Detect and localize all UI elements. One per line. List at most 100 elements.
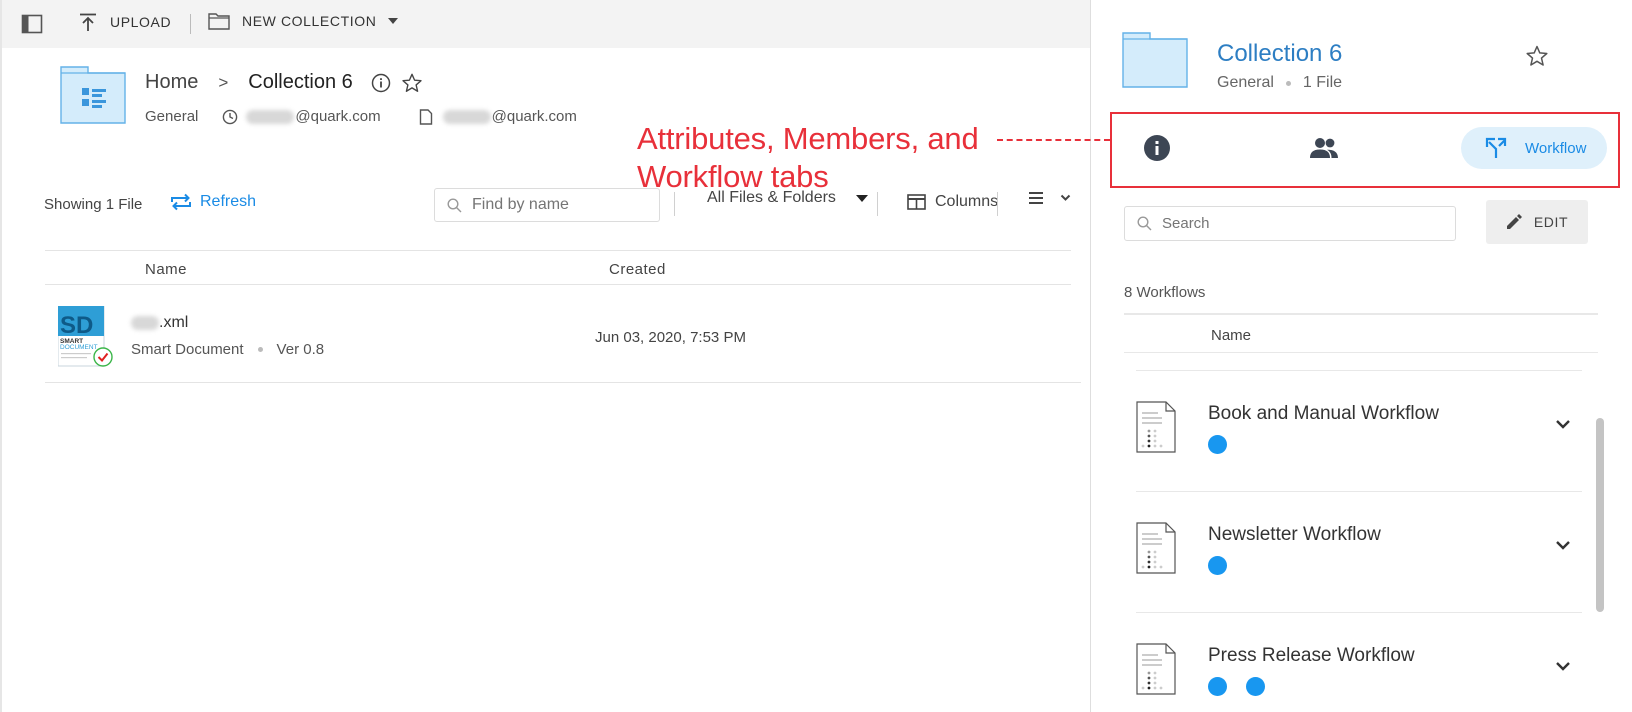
- upload-button[interactable]: UPLOAD: [78, 12, 171, 32]
- chevron-down-icon[interactable]: [1554, 536, 1572, 554]
- refresh-icon: [171, 193, 191, 211]
- workflow-name: Newsletter Workflow: [1208, 524, 1381, 545]
- list-item[interactable]: Newsletter Workflow: [1136, 492, 1582, 613]
- thumb-line-2: DOCUMENT: [60, 344, 98, 351]
- sidebar-toggle-icon[interactable]: [20, 12, 44, 36]
- panel-file-count: 1 File: [1302, 74, 1343, 91]
- breadcrumb-current: Collection 6: [248, 71, 353, 93]
- main-area: UPLOAD NEW COLLECTION Home > Collection …: [0, 0, 1110, 712]
- annotation-line-2: Workflow tabs: [637, 159, 829, 194]
- thumb-sd-text: SD: [60, 312, 93, 339]
- workflow-search-field[interactable]: [1124, 206, 1456, 241]
- workflow-icon: [1485, 137, 1507, 158]
- table-header-border: [45, 284, 1071, 285]
- chevron-down-icon: [1060, 194, 1071, 201]
- star-icon[interactable]: [1525, 44, 1549, 68]
- caret-down-icon: [388, 18, 399, 24]
- column-header-created[interactable]: Created: [609, 261, 666, 278]
- edit-button[interactable]: EDIT: [1486, 200, 1588, 244]
- table-top-border: [45, 250, 1071, 251]
- refresh-label: Refresh: [200, 193, 257, 210]
- list-divider: [1124, 313, 1598, 315]
- clock-icon: [223, 109, 238, 124]
- file-name[interactable]: .xml: [131, 314, 188, 332]
- workflow-status-dots: [1208, 677, 1265, 696]
- tab-attributes[interactable]: [1143, 134, 1171, 162]
- collection-icon: [60, 66, 126, 124]
- modified-by: @quark.com: [419, 108, 577, 125]
- tab-workflow-label: Workflow: [1525, 139, 1587, 157]
- document-icon: [419, 108, 432, 125]
- file-created-date: Jun 03, 2020, 7:53 PM: [595, 329, 746, 346]
- search-icon: [1137, 216, 1152, 231]
- annotation-line-1: Attributes, Members, and: [637, 121, 979, 156]
- star-icon[interactable]: [401, 72, 423, 94]
- breadcrumb-home[interactable]: Home: [145, 71, 198, 94]
- panel-title: Collection 6: [1217, 40, 1343, 67]
- details-panel: Collection 6 General 1 File Workflow Sea…: [1090, 0, 1632, 712]
- toolbar-divider: [190, 14, 191, 34]
- redacted-filename: [131, 316, 159, 330]
- list-item[interactable]: Book and Manual Workflow: [1136, 371, 1582, 492]
- tab-members[interactable]: [1308, 134, 1340, 162]
- file-details: Smart Document Ver 0.8: [131, 341, 324, 358]
- table-row-border: [45, 382, 1081, 383]
- workflow-list-scrollbar[interactable]: [1596, 418, 1604, 612]
- file-name-suffix: .xml: [159, 314, 189, 331]
- toolbar: UPLOAD NEW COLLECTION: [2, 0, 1092, 48]
- breadcrumb-separator: >: [218, 72, 229, 92]
- workflow-name: Press Release Workflow: [1208, 645, 1415, 666]
- list-divider: [1124, 352, 1598, 353]
- panel-category: General: [1217, 74, 1274, 91]
- column-header-name[interactable]: Name: [145, 261, 187, 278]
- new-collection-label: NEW COLLECTION: [242, 13, 377, 29]
- folder-icon: [208, 13, 230, 30]
- new-collection-button[interactable]: NEW COLLECTION: [208, 12, 399, 30]
- chevron-down-icon[interactable]: [1554, 415, 1572, 433]
- collection-category: General: [145, 108, 199, 125]
- chevron-down-icon[interactable]: [1554, 657, 1572, 675]
- annotation-pointer: [997, 139, 1110, 141]
- upload-icon: [80, 13, 96, 31]
- created-by-email: @quark.com: [295, 108, 381, 125]
- workflow-document-icon: [1136, 401, 1176, 453]
- tab-workflow[interactable]: Workflow: [1461, 127, 1607, 169]
- workflow-status-dots: [1208, 435, 1227, 454]
- find-by-name-input[interactable]: [472, 196, 642, 214]
- workflow-document-icon: [1136, 643, 1176, 695]
- workflow-name: Book and Manual Workflow: [1208, 403, 1439, 424]
- modified-by-email: @quark.com: [491, 108, 577, 125]
- dot-separator: [1285, 80, 1291, 86]
- list-view-icon: [1029, 192, 1043, 204]
- refresh-button[interactable]: Refresh: [169, 193, 256, 211]
- view-divider: [997, 192, 998, 216]
- file-type: Smart Document: [131, 341, 244, 358]
- info-icon[interactable]: [371, 73, 391, 93]
- workflow-document-icon: [1136, 522, 1176, 574]
- dot-separator: [257, 347, 263, 352]
- list-item[interactable]: Press Release Workflow: [1136, 613, 1582, 712]
- status-dot: [1208, 556, 1227, 575]
- edit-label: EDIT: [1533, 214, 1569, 230]
- collection-folder-icon: [1122, 32, 1188, 88]
- status-dot: [1246, 677, 1265, 696]
- redacted-username: [442, 109, 491, 124]
- annotation-callout: Attributes, Members, and Workflow tabs: [637, 120, 979, 196]
- status-dot: [1208, 677, 1227, 696]
- redacted-username: [246, 109, 295, 124]
- breadcrumb: Home > Collection 6: [145, 71, 423, 94]
- search-icon: [447, 197, 462, 212]
- find-by-name-field[interactable]: [434, 188, 660, 222]
- smart-document-thumbnail: SD SMART DOCUMENT: [58, 306, 113, 367]
- column-header-name[interactable]: Name: [1211, 327, 1251, 344]
- collection-meta: General @quark.com @quark.com: [145, 108, 577, 125]
- pencil-icon: [1506, 214, 1522, 229]
- file-count: Showing 1 File: [44, 196, 143, 213]
- columns-icon: [907, 194, 926, 210]
- created-by: @quark.com: [222, 108, 381, 125]
- file-version: Ver 0.8: [276, 341, 325, 358]
- upload-label: UPLOAD: [110, 14, 172, 30]
- workflow-count: 8 Workflows: [1124, 284, 1206, 301]
- view-mode-dropdown[interactable]: [1028, 191, 1071, 205]
- workflow-search-input[interactable]: [1162, 215, 1442, 232]
